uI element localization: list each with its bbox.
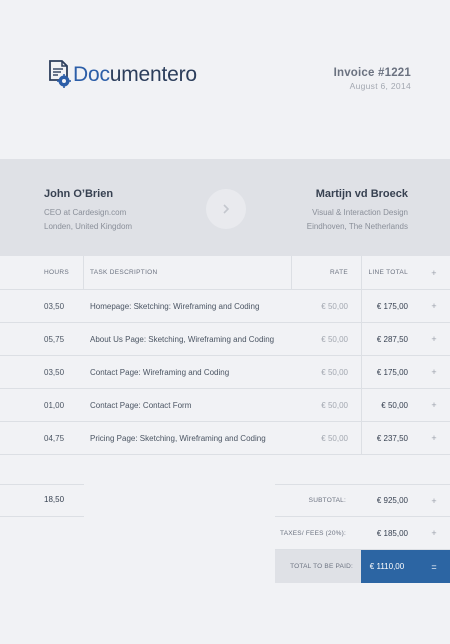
row-rate[interactable]: € 50,00 bbox=[292, 389, 348, 421]
table-row: 03,50 Contact Page: Wireframing and Codin… bbox=[0, 356, 450, 389]
row-add-button[interactable]: + bbox=[428, 290, 440, 322]
recipient-location: Eindhoven, The Netherlands bbox=[306, 222, 408, 231]
total-to-pay-value: € 1110,00 bbox=[369, 562, 405, 571]
row-line-total: € 237,50 bbox=[376, 433, 408, 443]
row-hours[interactable]: 01,00 bbox=[44, 389, 84, 421]
sender-role: CEO at Cardesign.com bbox=[44, 208, 127, 217]
invoice-date: August 6, 2014 bbox=[349, 81, 411, 91]
row-description[interactable]: About Us Page: Sketching, Wireframing an… bbox=[90, 323, 290, 355]
subtotal-label: SUBTOTAL: bbox=[308, 497, 346, 504]
sender-name: John O’Brien bbox=[44, 188, 114, 200]
recipient-role: Visual & Interaction Design bbox=[312, 208, 408, 217]
row-description[interactable]: Contact Page: Wireframing and Coding bbox=[90, 356, 290, 388]
total-to-pay-row: TOTAL TO BE PAID: € 1110,00 = bbox=[275, 550, 450, 583]
total-to-pay-label: TOTAL TO BE PAID: bbox=[290, 563, 353, 570]
taxes-label: TAXES/ FEES (20%): bbox=[280, 529, 346, 537]
brand-logo[interactable]: Documentero bbox=[47, 60, 197, 88]
total-equals-button[interactable]: = bbox=[428, 550, 440, 583]
sender-block: John O’Brien CEO at Cardesign.com Londen… bbox=[44, 188, 132, 234]
chevron-right-icon bbox=[223, 204, 230, 214]
header-hours: HOURS bbox=[44, 269, 69, 276]
row-line-total: € 175,00 bbox=[376, 301, 408, 311]
table-row: 01,00 Contact Page: Contact Form € 50,00 € … bbox=[0, 389, 450, 422]
brand-name-rest: umentero bbox=[109, 62, 197, 86]
row-add-button[interactable]: + bbox=[428, 323, 440, 355]
header-description: TASK DESCRIPTION bbox=[90, 269, 158, 276]
total-hours: 18,50 bbox=[44, 495, 65, 504]
row-hours[interactable]: 05,75 bbox=[44, 323, 84, 355]
row-rate[interactable]: € 50,00 bbox=[292, 422, 348, 454]
table-header-row: HOURS TASK DESCRIPTION RATE LINE TOTAL + bbox=[0, 256, 450, 290]
invoice-number: Invoice #1221 bbox=[333, 67, 411, 79]
table-row: 05,75 About Us Page: Sketching, Wireframi… bbox=[0, 323, 450, 356]
brand-name: Documentero bbox=[73, 64, 197, 85]
row-line-total: € 175,00 bbox=[376, 367, 408, 377]
row-rate[interactable]: € 50,00 bbox=[292, 323, 348, 355]
row-add-button[interactable]: + bbox=[428, 389, 440, 421]
row-line-total: € 50,00 bbox=[381, 400, 408, 410]
taxes-row: TAXES/ FEES (20%): € 185,00 + bbox=[275, 517, 450, 550]
row-description[interactable]: Homepage: Sketching: Wireframing and Cod… bbox=[90, 290, 290, 322]
direction-arrow-button[interactable] bbox=[206, 189, 246, 229]
row-add-button[interactable]: + bbox=[428, 422, 440, 454]
taxes-value: € 185,00 bbox=[376, 528, 408, 538]
brand-name-accent: Doc bbox=[73, 62, 110, 86]
subtotal-add-button[interactable]: + bbox=[428, 485, 440, 516]
total-hours-cell: 18,50 bbox=[0, 484, 84, 517]
table-row: 03,50 Homepage: Sketching: Wireframing an… bbox=[0, 290, 450, 323]
invoice-meta: Invoice #1221 August 6, 2014 bbox=[334, 67, 411, 91]
subtotal-row: SUBTOTAL: € 925,00 + bbox=[275, 484, 450, 517]
row-description[interactable]: Contact Page: Contact Form bbox=[90, 389, 290, 421]
row-rate[interactable]: € 50,00 bbox=[292, 356, 348, 388]
row-hours[interactable]: 04,75 bbox=[44, 422, 84, 454]
line-items-table: HOURS TASK DESCRIPTION RATE LINE TOTAL +… bbox=[0, 256, 450, 455]
row-hours[interactable]: 03,50 bbox=[44, 356, 84, 388]
sender-location: Londen, United Kingdom bbox=[44, 222, 133, 231]
parties-band: John O’Brien CEO at Cardesign.com Londen… bbox=[0, 159, 450, 256]
row-hours[interactable]: 03,50 bbox=[44, 290, 84, 322]
row-line-total: € 287,50 bbox=[376, 334, 408, 344]
subtotal-value: € 925,00 bbox=[376, 496, 408, 505]
table-row: 04,75 Pricing Page: Sketching, Wireframin… bbox=[0, 422, 450, 455]
recipient-name: Martijn vd Broeck bbox=[315, 188, 408, 200]
add-row-button[interactable]: + bbox=[428, 256, 440, 289]
header-rate: RATE bbox=[329, 269, 348, 276]
row-rate[interactable]: € 50,00 bbox=[292, 290, 348, 322]
document-gear-icon bbox=[49, 60, 71, 88]
header-line-total: LINE TOTAL bbox=[368, 269, 408, 276]
taxes-add-button[interactable]: + bbox=[428, 517, 440, 549]
recipient-block: Martijn vd Broeck Visual & Interaction D… bbox=[307, 188, 408, 234]
invoice-page: Documentero Invoice #1221 August 6, 2014… bbox=[0, 0, 450, 644]
row-description[interactable]: Pricing Page: Sketching, Wireframing and… bbox=[90, 422, 290, 454]
row-add-button[interactable]: + bbox=[428, 356, 440, 388]
